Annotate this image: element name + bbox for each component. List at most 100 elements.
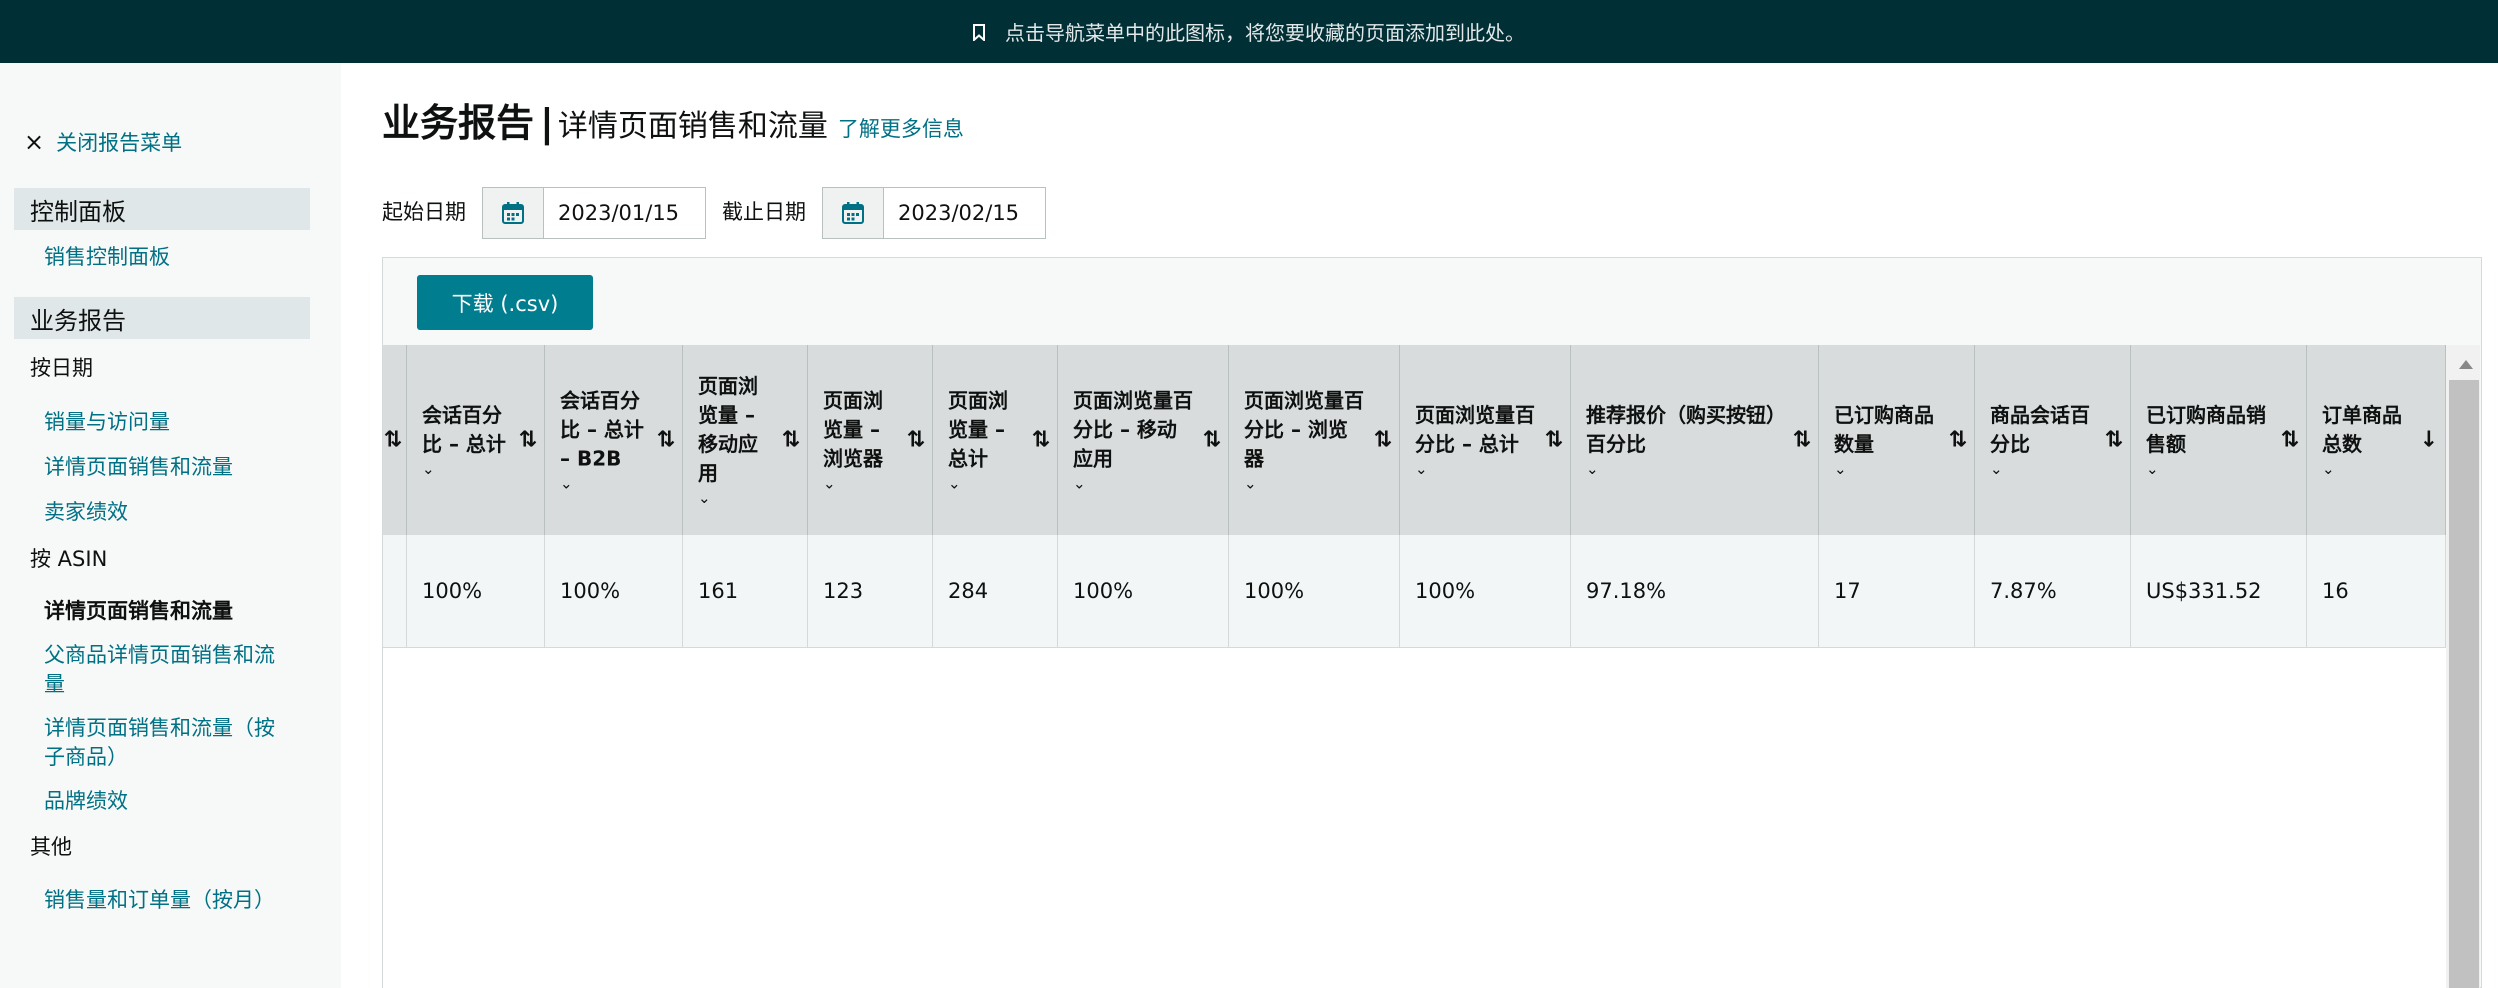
sidebar-link-seller-performance[interactable]: 卖家绩效 <box>44 498 294 527</box>
table-header-clipped[interactable]: ⇅ <box>383 345 407 535</box>
sidebar-link-brand-performance[interactable]: 品牌绩效 <box>44 787 294 816</box>
calendar-icon[interactable] <box>823 188 884 238</box>
end-date-input[interactable]: 2023/02/15 <box>884 188 1019 238</box>
sort-icon[interactable]: ⇅ <box>1203 428 1221 453</box>
sort-icon[interactable]: ⇅ <box>2281 428 2299 453</box>
sidebar-link-sales-traffic[interactable]: 销量与访问量 <box>44 408 294 437</box>
table-header-col-10[interactable]: 已订购商品数量 ⌄ ⇅ <box>1819 345 1975 535</box>
sort-desc-icon[interactable]: ↓ <box>2420 428 2438 453</box>
sort-icon[interactable]: ⇅ <box>907 428 925 453</box>
table-header-col-2[interactable]: 会话百分比 – 总计 – B2B ⌄ ⇅ <box>545 345 683 535</box>
header-label: 页面浏览量 – 浏览器 <box>823 388 883 471</box>
close-menu-label: 关闭报告菜单 <box>56 131 183 155</box>
table-cell: 123 <box>808 535 933 648</box>
table-cell: 16 <box>2307 535 2446 648</box>
sidebar-link-sales-dashboard[interactable]: 销售控制面板 <box>44 243 294 272</box>
banner-text: 点击导航菜单中的此图标，将您要收藏的页面添加到此处。 <box>1005 21 1525 45</box>
chevron-down-icon[interactable]: ⌄ <box>1415 459 1535 479</box>
chevron-down-icon[interactable]: ⌄ <box>1990 459 2098 479</box>
table-cell: 100% <box>545 535 683 648</box>
end-date-picker[interactable]: 2023/02/15 <box>822 187 1046 239</box>
chevron-down-icon[interactable]: ⌄ <box>823 474 891 494</box>
table-header-col-12[interactable]: 已订购商品销售额 ⌄ ⇅ <box>2131 345 2307 535</box>
table-header-col-13[interactable]: 订单商品总数 ⌄ ↓ <box>2307 345 2446 535</box>
group-other: 其他 <box>30 835 72 859</box>
table-header-col-1[interactable]: 会话百分比 – 总计 ⌄ ⇅ <box>407 345 545 535</box>
header-label: 推荐报价（购买按钮）百分比 <box>1586 403 1776 456</box>
group-by-asin: 按 ASIN <box>30 547 108 571</box>
header-label: 页面浏览量百分比 – 浏览器 <box>1244 388 1364 471</box>
sidebar-link-detail-page-sales-by-asin[interactable]: 详情页面销售和流量 <box>44 597 294 626</box>
chevron-down-icon[interactable]: ⌄ <box>1834 459 1942 479</box>
sidebar-link-parent-detail-page-sales[interactable]: 父商品详情页面销售和流量 <box>44 641 294 699</box>
report-panel: 下载 (.csv) ⇅ 会话百分比 – 总计 ⌄ ⇅ 会话百分比 – 总计 – B… <box>382 257 2482 988</box>
sidebar-link-detail-page-sales-by-date[interactable]: 详情页面销售和流量 <box>44 453 294 482</box>
chevron-down-icon[interactable]: ⌄ <box>1586 459 1776 479</box>
table-header-col-4[interactable]: 页面浏览量 – 浏览器 ⌄ ⇅ <box>808 345 933 535</box>
sort-icon[interactable]: ⇅ <box>384 428 402 453</box>
sort-icon[interactable]: ⇅ <box>519 428 537 453</box>
chevron-down-icon[interactable]: ⌄ <box>1073 474 1193 494</box>
end-date-label: 截止日期 <box>722 200 806 224</box>
close-report-menu-button[interactable]: × 关闭报告菜单 <box>24 127 182 157</box>
sort-icon[interactable]: ⇅ <box>1032 428 1050 453</box>
start-date-picker[interactable]: 2023/01/15 <box>482 187 706 239</box>
page-title-sub: 详情页面销售和流量 <box>557 109 828 144</box>
header-label: 页面浏览量 – 总计 <box>948 388 1008 471</box>
download-csv-button[interactable]: 下载 (.csv) <box>417 275 593 330</box>
header-label: 商品会话百分比 <box>1990 403 2090 456</box>
header-label: 已订购商品数量 <box>1834 403 1934 456</box>
start-date-input[interactable]: 2023/01/15 <box>544 188 679 238</box>
sort-icon[interactable]: ⇅ <box>657 428 675 453</box>
section-dashboard[interactable]: 控制面板 <box>14 188 310 230</box>
table-header-col-3[interactable]: 页面浏览量 – 移动应用 ⌄ ⇅ <box>683 345 808 535</box>
calendar-icon[interactable] <box>483 188 544 238</box>
table-cell: 161 <box>683 535 808 648</box>
page-title: 业务报告 | 详情页面销售和流量 了解更多信息 <box>382 92 964 147</box>
bookmark-banner: 点击导航菜单中的此图标，将您要收藏的页面添加到此处。 <box>0 0 2498 63</box>
section-business-reports[interactable]: 业务报告 <box>14 297 310 339</box>
table-cell: 100% <box>1400 535 1571 648</box>
chevron-down-icon[interactable]: ⌄ <box>560 474 648 494</box>
page-title-main: 业务报告 <box>382 101 535 145</box>
sort-icon[interactable]: ⇅ <box>1793 428 1811 453</box>
table-cell: 17 <box>1819 535 1975 648</box>
bookmark-icon <box>973 24 985 41</box>
table-header-col-5[interactable]: 页面浏览量 – 总计 ⌄ ⇅ <box>933 345 1058 535</box>
table-header-col-8[interactable]: 页面浏览量百分比 – 总计 ⌄ ⇅ <box>1400 345 1571 535</box>
chevron-down-icon[interactable]: ⌄ <box>1244 474 1364 494</box>
table-cell: 100% <box>1229 535 1400 648</box>
table-header-col-7[interactable]: 页面浏览量百分比 – 浏览器 ⌄ ⇅ <box>1229 345 1400 535</box>
chevron-down-icon[interactable]: ⌄ <box>948 474 1016 494</box>
scrollbar-thumb[interactable] <box>2449 380 2479 988</box>
header-label: 已订购商品销售额 <box>2146 403 2266 456</box>
sidebar-link-detail-page-sales-by-child[interactable]: 详情页面销售和流量（按子商品） <box>44 714 294 772</box>
table-header-col-9[interactable]: 推荐报价（购买按钮）百分比 ⌄ ⇅ <box>1571 345 1819 535</box>
sidebar-link-monthly-sales-orders[interactable]: 销售量和订单量（按月） <box>44 886 294 915</box>
table-cell: 284 <box>933 535 1058 648</box>
table-header-col-6[interactable]: 页面浏览量百分比 – 移动应用 ⌄ ⇅ <box>1058 345 1229 535</box>
header-label: 页面浏览量百分比 – 总计 <box>1415 403 1535 456</box>
learn-more-link[interactable]: 了解更多信息 <box>838 117 964 141</box>
sort-icon[interactable]: ⇅ <box>1545 428 1563 453</box>
sort-icon[interactable]: ⇅ <box>1949 428 1967 453</box>
table-cell: US$331.52 <box>2131 535 2307 648</box>
table-cell-clipped <box>383 535 407 648</box>
report-sidebar: × 关闭报告菜单 控制面板 销售控制面板 业务报告 按日期 销量与访问量 详情页… <box>0 63 341 988</box>
chevron-down-icon[interactable]: ⌄ <box>698 488 766 508</box>
header-label: 会话百分比 – 总计 – B2B <box>560 388 644 471</box>
sort-icon[interactable]: ⇅ <box>782 428 800 453</box>
chevron-down-icon[interactable]: ⌄ <box>422 459 510 479</box>
table-cell: 97.18% <box>1571 535 1819 648</box>
sort-icon[interactable]: ⇅ <box>2105 428 2123 453</box>
sort-icon[interactable]: ⇅ <box>1374 428 1392 453</box>
chevron-down-icon[interactable]: ⌄ <box>2322 459 2412 479</box>
scroll-up-arrow-icon[interactable] <box>2459 360 2473 369</box>
chevron-down-icon[interactable]: ⌄ <box>2146 459 2274 479</box>
report-table: ⇅ 会话百分比 – 总计 ⌄ ⇅ 会话百分比 – 总计 – B2B ⌄ ⇅ 页面浏览… <box>383 345 2446 988</box>
header-label: 页面浏览量 – 移动应用 <box>698 374 758 485</box>
table-header-col-11[interactable]: 商品会话百分比 ⌄ ⇅ <box>1975 345 2131 535</box>
header-label: 页面浏览量百分比 – 移动应用 <box>1073 388 1193 471</box>
header-label: 会话百分比 – 总计 <box>422 403 506 456</box>
table-cell: 100% <box>1058 535 1229 648</box>
